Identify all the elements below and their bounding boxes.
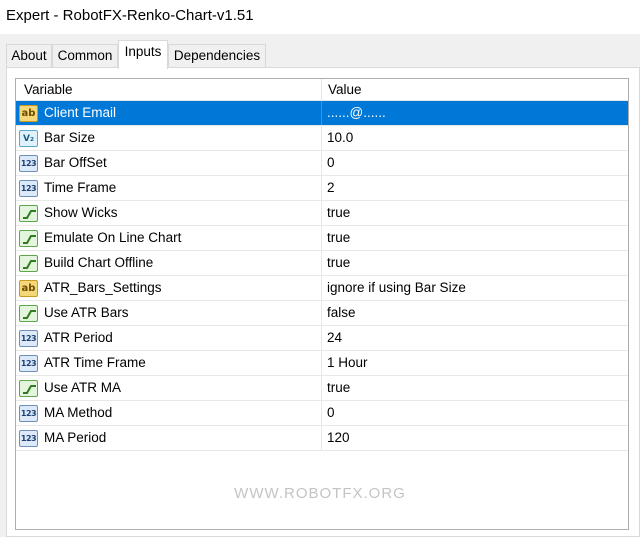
value-cell[interactable]: false [322,301,628,325]
integer-123-icon: 123 [19,430,38,447]
variable-name: Use ATR MA [44,380,122,395]
table-row[interactable]: V₂ Bar Size 10.0 [16,126,628,151]
table-row[interactable]: 123 MA Period 120 [16,426,628,451]
variable-cell[interactable]: 123 ATR Time Frame [16,351,322,375]
table-row[interactable]: ab Client Email ......@...... [16,101,628,126]
integer-123-icon: 123 [19,155,38,172]
variable-name: Use ATR Bars [44,305,129,320]
variable-name: Bar OffSet [44,155,107,170]
value-cell[interactable]: 10.0 [322,126,628,150]
variable-cell[interactable]: Emulate On Line Chart [16,226,322,250]
value-cell[interactable]: ignore if using Bar Size [322,276,628,300]
table-row[interactable]: 123 ATR Time Frame 1 Hour [16,351,628,376]
variable-cell[interactable]: 123 ATR Period [16,326,322,350]
value-cell[interactable]: 24 [322,326,628,350]
variable-cell[interactable]: Show Wicks [16,201,322,225]
variable-name: Build Chart Offline [44,255,154,270]
variable-name: Emulate On Line Chart [44,230,182,245]
variable-name: MA Method [44,405,113,420]
table-row[interactable]: 123 Bar OffSet 0 [16,151,628,176]
table-row[interactable]: Use ATR MA true [16,376,628,401]
boolean-icon [19,205,38,222]
variable-name: Bar Size [44,130,96,145]
variable-cell[interactable]: 123 Bar OffSet [16,151,322,175]
variable-name: ATR Time Frame [44,355,146,370]
integer-123-icon: 123 [19,355,38,372]
variable-name: Show Wicks [44,205,118,220]
boolean-icon [19,380,38,397]
variable-cell[interactable]: ab ATR_Bars_Settings [16,276,322,300]
grid-header: Variable Value [16,79,628,101]
tab-common[interactable]: Common [52,44,118,68]
inputs-grid[interactable]: Variable Value ab Client Email ......@....… [15,78,629,530]
variable-name: Client Email [44,105,117,120]
string-ab-icon: ab [19,280,38,297]
double-v2-icon: V₂ [19,130,38,147]
window-title: Expert - RobotFX-Renko-Chart-v1.51 [6,7,254,24]
tab-dependencies[interactable]: Dependencies [168,44,266,68]
variable-cell[interactable]: Use ATR Bars [16,301,322,325]
table-row[interactable]: Show Wicks true [16,201,628,226]
integer-123-icon: 123 [19,330,38,347]
boolean-icon [19,230,38,247]
boolean-icon [19,305,38,322]
variable-cell[interactable]: V₂ Bar Size [16,126,322,150]
boolean-icon [19,255,38,272]
variable-name: Time Frame [44,180,117,195]
integer-123-icon: 123 [19,180,38,197]
table-row[interactable]: Build Chart Offline true [16,251,628,276]
value-cell[interactable]: 0 [322,151,628,175]
variable-cell[interactable]: ab Client Email [16,101,322,125]
column-header-variable[interactable]: Variable [16,79,322,101]
value-cell[interactable]: 120 [322,426,628,450]
variable-cell[interactable]: Use ATR MA [16,376,322,400]
variable-cell[interactable]: 123 MA Method [16,401,322,425]
table-row[interactable]: 123 MA Method 0 [16,401,628,426]
table-row[interactable]: ab ATR_Bars_Settings ignore if using Bar S… [16,276,628,301]
value-cell[interactable]: true [322,226,628,250]
table-row[interactable]: 123 ATR Period 24 [16,326,628,351]
table-row[interactable]: 123 Time Frame 2 [16,176,628,201]
value-cell[interactable]: true [322,376,628,400]
string-ab-icon: ab [19,105,38,122]
value-cell[interactable]: 2 [322,176,628,200]
tab-inputs[interactable]: Inputs [118,40,168,69]
value-cell[interactable]: true [322,251,628,275]
variable-name: ATR_Bars_Settings [44,280,162,295]
tab-about[interactable]: About [6,44,52,68]
value-cell[interactable]: ......@...... [322,101,628,125]
variable-name: ATR Period [44,330,113,345]
tab-strip: About Common Inputs Dependencies [0,34,640,69]
table-row[interactable]: Use ATR Bars false [16,301,628,326]
title-bar: Expert - RobotFX-Renko-Chart-v1.51 [0,0,640,34]
watermark: WWW.ROBOTFX.ORG [234,485,406,502]
integer-123-icon: 123 [19,405,38,422]
value-cell[interactable]: 0 [322,401,628,425]
variable-cell[interactable]: 123 Time Frame [16,176,322,200]
value-cell[interactable]: 1 Hour [322,351,628,375]
column-header-value[interactable]: Value [322,79,628,101]
variable-cell[interactable]: Build Chart Offline [16,251,322,275]
variable-cell[interactable]: 123 MA Period [16,426,322,450]
table-row[interactable]: Emulate On Line Chart true [16,226,628,251]
value-cell[interactable]: true [322,201,628,225]
variable-name: MA Period [44,430,107,445]
